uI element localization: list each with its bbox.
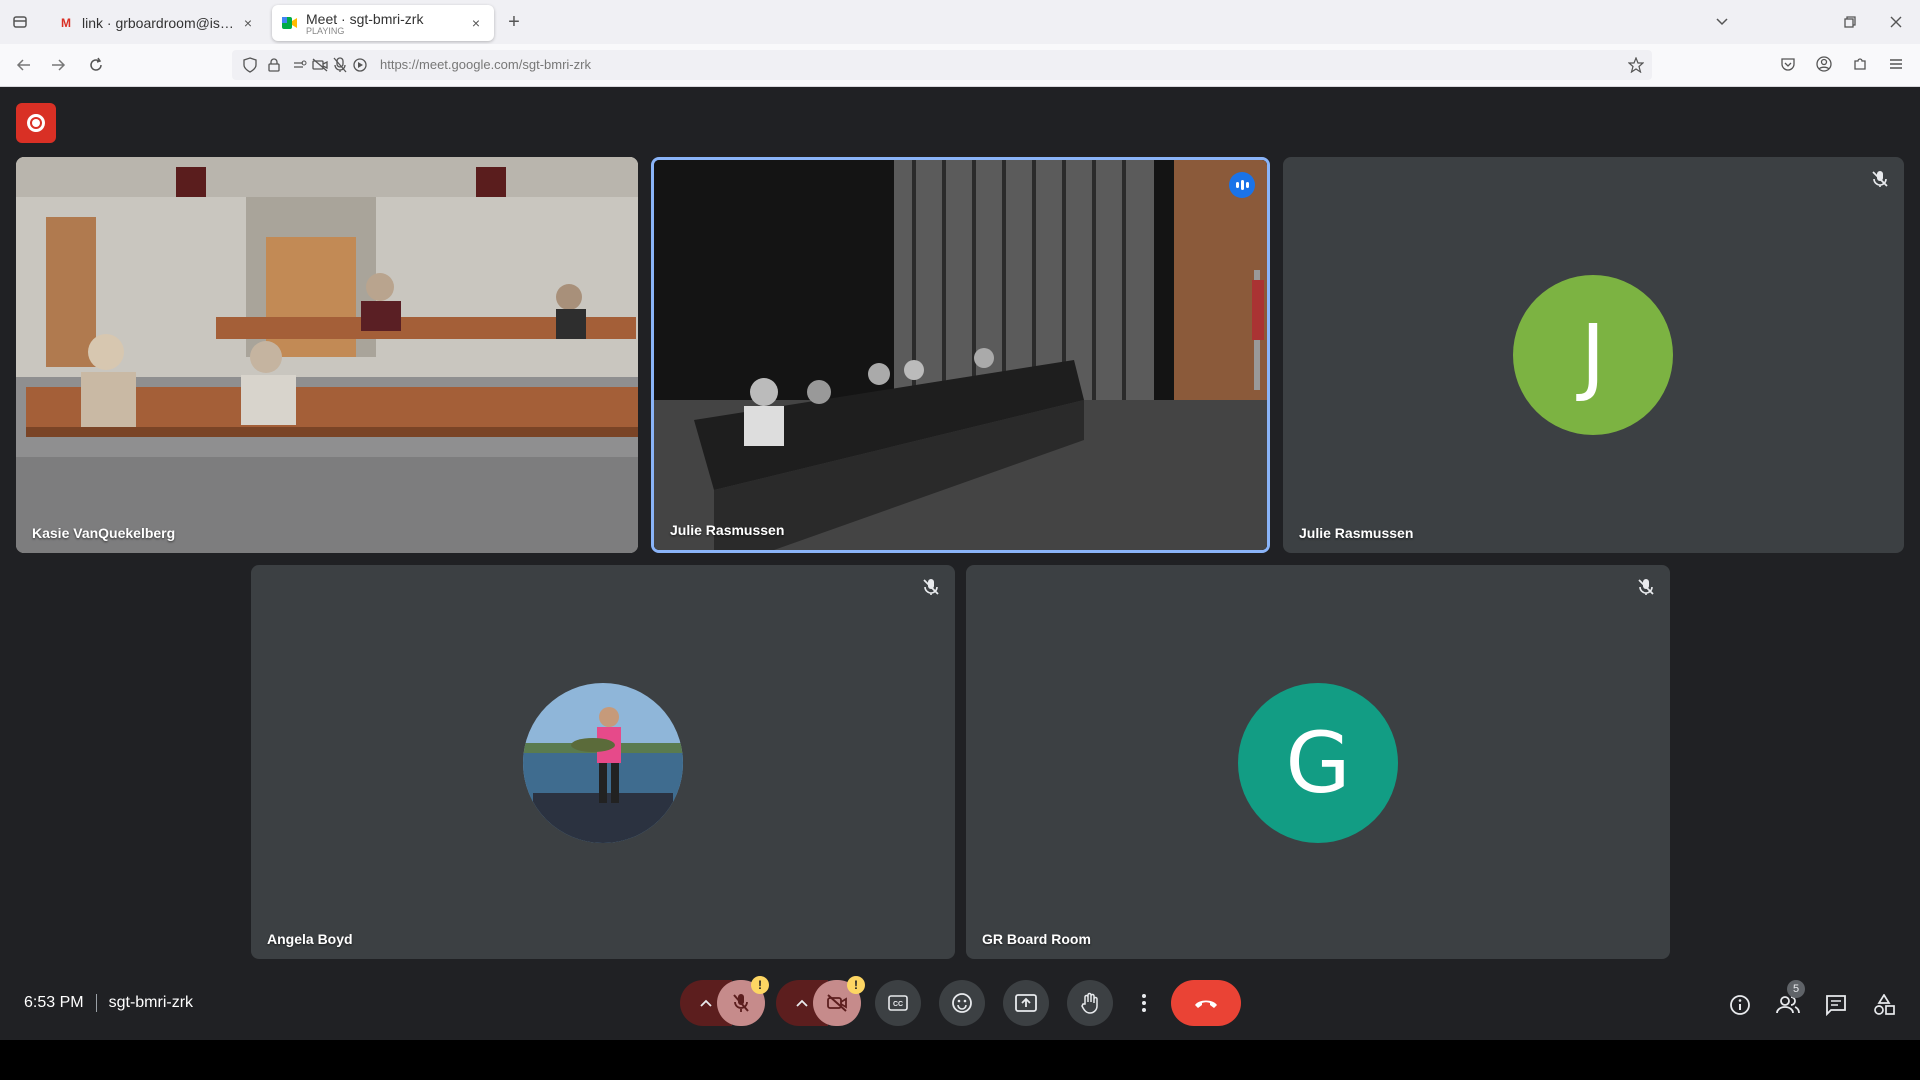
chat-button[interactable] bbox=[1821, 990, 1851, 1020]
tab-title-text: Meet · sgt-bmri-zrk bbox=[306, 10, 424, 27]
recording-indicator[interactable] bbox=[16, 103, 56, 143]
chevron-up-icon bbox=[700, 999, 712, 1007]
meeting-code: sgt-bmri-zrk bbox=[108, 994, 194, 1011]
svg-text:CC: CC bbox=[893, 1001, 903, 1008]
microphone-off-icon bbox=[1636, 577, 1656, 597]
close-window-icon[interactable] bbox=[1884, 10, 1908, 34]
participant-count-badge: 5 bbox=[1787, 980, 1805, 998]
participant-tile[interactable]: J Julie Rasmussen bbox=[1283, 157, 1904, 553]
forward-icon[interactable] bbox=[46, 53, 70, 77]
people-button[interactable]: 5 bbox=[1773, 980, 1805, 1020]
meeting-controls-bar: 6:53 PM sgt-bmri-zrk ! ! CC 5 bbox=[0, 970, 1920, 1038]
meeting-details-button[interactable] bbox=[1725, 990, 1755, 1020]
present-screen-button[interactable] bbox=[1003, 980, 1049, 1026]
reload-icon[interactable] bbox=[84, 53, 108, 77]
close-tab-icon[interactable]: × bbox=[240, 15, 256, 31]
info-icon bbox=[1730, 995, 1750, 1015]
camera-toggle-button[interactable]: ! bbox=[813, 976, 865, 1026]
tab-gmail[interactable]: M link · grboardroom@isd318.org × bbox=[48, 5, 266, 41]
tab-title: link · grboardroom@isd318.org bbox=[82, 15, 240, 31]
gmail-icon: M bbox=[61, 16, 71, 30]
browser-tab-strip: M link · grboardroom@isd318.org × Meet ·… bbox=[0, 0, 1920, 44]
microphone-toggle-button[interactable]: ! bbox=[717, 976, 769, 1026]
menu-icon[interactable] bbox=[1884, 52, 1908, 76]
camera-off-icon bbox=[827, 994, 847, 1012]
activities-button[interactable] bbox=[1869, 990, 1899, 1020]
participant-tile[interactable]: G GR Board Room bbox=[966, 565, 1670, 959]
chevron-up-icon bbox=[796, 999, 808, 1007]
warning-icon: ! bbox=[751, 976, 769, 994]
restore-window-icon[interactable] bbox=[1838, 10, 1862, 34]
participant-tile[interactable]: Kasie VanQuekelberg bbox=[16, 157, 638, 553]
reactions-button[interactable] bbox=[939, 980, 985, 1026]
tab-meet[interactable]: Meet · sgt-bmri-zrk PLAYING × bbox=[272, 5, 494, 41]
participant-name: Angela Boyd bbox=[267, 931, 353, 947]
participant-name: GR Board Room bbox=[982, 931, 1091, 947]
emoji-icon bbox=[952, 993, 972, 1013]
screen-bottom-bar bbox=[0, 1040, 1920, 1080]
url-text: https://meet.google.com/sgt-bmri-zrk bbox=[380, 57, 591, 72]
meeting-details: 6:53 PM sgt-bmri-zrk bbox=[24, 994, 193, 1012]
avatar: G bbox=[1238, 683, 1398, 843]
tracking-protection-icon[interactable] bbox=[238, 53, 262, 77]
more-vert-icon bbox=[1142, 994, 1146, 1012]
pocket-icon[interactable] bbox=[1776, 52, 1800, 76]
chat-icon bbox=[1826, 995, 1846, 1016]
video-feed-stage bbox=[654, 160, 1267, 550]
leave-call-button[interactable] bbox=[1171, 980, 1241, 1026]
account-icon[interactable] bbox=[1812, 52, 1836, 76]
participant-tile[interactable]: Angela Boyd bbox=[251, 565, 955, 959]
present-screen-icon bbox=[1015, 994, 1037, 1012]
tab-list-icon[interactable] bbox=[8, 10, 32, 34]
tab-title: Meet · sgt-bmri-zrk PLAYING bbox=[306, 11, 468, 36]
warning-icon: ! bbox=[847, 976, 865, 994]
participant-name: Julie Rasmussen bbox=[1299, 525, 1414, 541]
tab-playing-label: PLAYING bbox=[306, 25, 345, 36]
end-call-icon bbox=[1195, 1000, 1217, 1008]
microphone-off-icon bbox=[1870, 169, 1890, 189]
new-tab-icon[interactable]: + bbox=[502, 10, 526, 34]
video-feed-classroom bbox=[16, 157, 638, 553]
list-all-tabs-icon[interactable] bbox=[1710, 10, 1734, 34]
close-tab-icon[interactable]: × bbox=[468, 15, 484, 31]
address-bar[interactable]: https://meet.google.com/sgt-bmri-zrk bbox=[232, 50, 1652, 80]
speaking-indicator-icon bbox=[1229, 172, 1255, 198]
closed-captions-icon: CC bbox=[888, 995, 908, 1011]
people-icon bbox=[1776, 996, 1800, 1014]
raise-hand-button[interactable] bbox=[1067, 980, 1113, 1026]
microphone-off-icon bbox=[921, 577, 941, 597]
participant-name: Kasie VanQuekelberg bbox=[32, 525, 176, 541]
more-options-button[interactable] bbox=[1121, 980, 1167, 1026]
lock-icon[interactable] bbox=[262, 53, 286, 77]
meeting-time: 6:53 PM bbox=[24, 994, 84, 1011]
participant-tile-active-speaker[interactable]: Julie Rasmussen bbox=[651, 157, 1270, 553]
divider bbox=[95, 994, 97, 1012]
autoplay-icon[interactable] bbox=[348, 53, 372, 77]
back-icon[interactable] bbox=[12, 53, 36, 77]
captions-button[interactable]: CC bbox=[875, 980, 921, 1026]
extensions-icon[interactable] bbox=[1848, 52, 1872, 76]
hand-icon bbox=[1081, 992, 1098, 1014]
meet-icon bbox=[282, 15, 298, 31]
avatar-photo bbox=[523, 683, 683, 843]
microphone-off-icon bbox=[733, 994, 749, 1012]
activities-icon bbox=[1874, 994, 1895, 1015]
bookmark-star-icon[interactable] bbox=[1624, 53, 1648, 77]
record-icon bbox=[27, 114, 45, 132]
participant-name: Julie Rasmussen bbox=[670, 522, 785, 538]
avatar: J bbox=[1513, 275, 1673, 435]
